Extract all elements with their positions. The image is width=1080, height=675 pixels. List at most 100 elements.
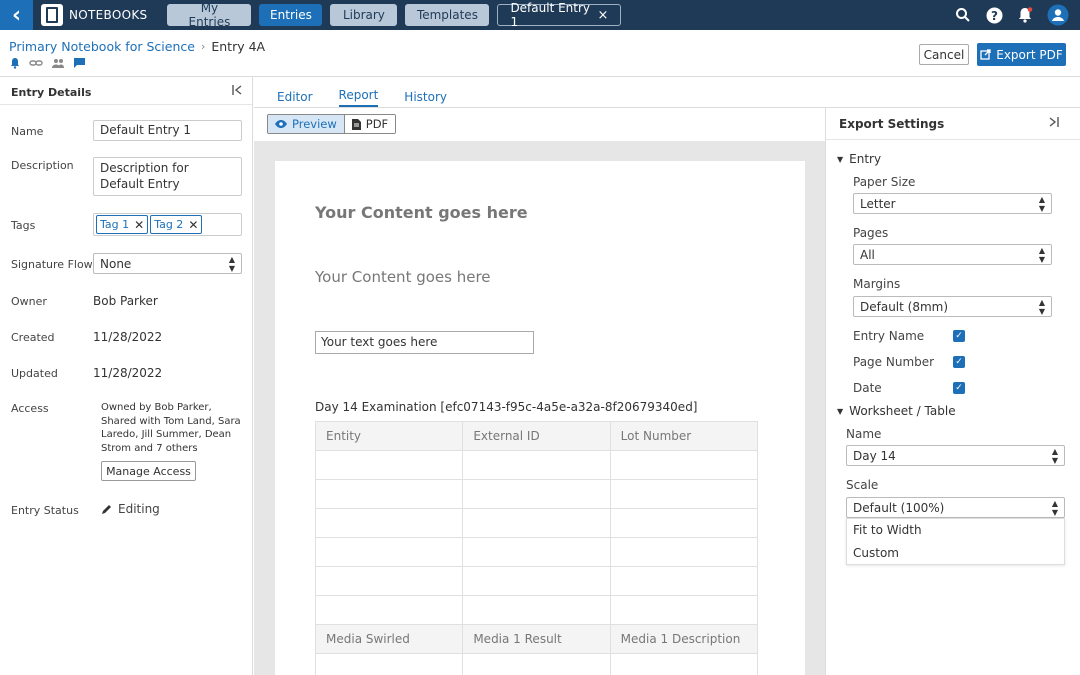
table-title: Day 14 Examination [efc07143-f95c-4a5e-a… — [315, 400, 698, 414]
entry-status-label: Entry Status — [11, 504, 79, 517]
worksheet-name-label: Name — [846, 427, 882, 441]
table-cell[interactable] — [462, 653, 611, 675]
tag-chip[interactable]: Tag 2 ✕ — [150, 215, 203, 234]
export-pdf-button[interactable]: Export PDF — [977, 43, 1066, 66]
column-header: External ID — [462, 421, 611, 451]
link-icon[interactable] — [29, 57, 43, 72]
table-cell[interactable] — [609, 450, 759, 480]
caret-down-icon: ▼ — [837, 154, 844, 164]
table-cell[interactable] — [314, 537, 464, 567]
table-cell[interactable] — [609, 653, 759, 675]
tab-editor[interactable]: Editor — [277, 90, 313, 107]
entry-section-toggle[interactable]: ▼ Entry — [837, 152, 881, 166]
help-icon[interactable]: ? — [983, 4, 1005, 26]
scale-option-custom[interactable]: Custom — [847, 542, 1064, 565]
entry-status: Editing — [101, 502, 160, 516]
scale-option-fit-to-width[interactable]: Fit to Width — [847, 519, 1064, 542]
breadcrumb: Primary Notebook for Science › Entry 4A — [9, 39, 265, 54]
tab-history[interactable]: History — [404, 90, 447, 107]
table-cell[interactable] — [314, 479, 464, 509]
page-number-checkbox[interactable]: ✓ — [953, 356, 965, 368]
pages-label: Pages — [853, 226, 889, 240]
cancel-button[interactable]: Cancel — [919, 44, 969, 65]
export-icon — [980, 49, 991, 60]
table-cell[interactable] — [609, 537, 759, 567]
entry-section-label: Entry — [849, 152, 882, 166]
scale-label: Scale — [846, 478, 879, 492]
select-caret-icon: ▲ ▼ — [1038, 245, 1045, 264]
people-icon[interactable] — [51, 57, 65, 72]
table-cell[interactable] — [609, 595, 759, 625]
table-cell[interactable] — [462, 479, 611, 509]
tags-label: Tags — [11, 219, 36, 232]
table-cell[interactable] — [314, 566, 464, 596]
table-cell[interactable] — [314, 508, 464, 538]
table-cell[interactable] — [462, 537, 611, 567]
entry-details-panel: Entry Details Name Default Entry 1 Descr… — [0, 77, 253, 675]
tag-chip-label: Tag 2 — [154, 218, 184, 231]
nav-templates[interactable]: Templates — [405, 4, 490, 26]
back-button[interactable]: ‹ — [0, 0, 33, 30]
owner-value: Bob Parker — [93, 294, 158, 308]
column-header: Media Swirled — [314, 624, 464, 654]
paper-size-select[interactable]: Letter ▲ ▼ — [853, 193, 1052, 214]
close-icon[interactable]: × — [598, 8, 609, 23]
created-label: Created — [11, 331, 55, 344]
nav-library[interactable]: Library — [330, 4, 398, 26]
table-cell[interactable] — [462, 508, 611, 538]
updated-value: 11/28/2022 — [93, 366, 163, 380]
notifications-bell-icon[interactable] — [1014, 4, 1036, 26]
tags-input[interactable]: Tag 1 ✕ Tag 2 ✕ — [93, 213, 242, 236]
table-cell[interactable] — [462, 566, 611, 596]
remove-tag-icon[interactable]: ✕ — [134, 218, 144, 232]
access-text: Owned by Bob Parker, Shared with Tom Lan… — [101, 402, 241, 454]
margins-select[interactable]: Default (8mm) ▲ ▼ — [853, 296, 1052, 317]
table-cell[interactable] — [314, 653, 464, 675]
name-label: Name — [11, 125, 44, 138]
manage-access-button[interactable]: Manage Access — [101, 461, 196, 481]
scale-select[interactable]: Default (100%) ▲ ▼ — [846, 497, 1065, 518]
collapse-left-icon[interactable] — [231, 84, 243, 100]
open-entry-tab[interactable]: Default Entry 1 × — [497, 1, 622, 29]
table-cell[interactable] — [462, 595, 611, 625]
signature-flow-select[interactable]: None ▲ ▼ — [93, 253, 242, 274]
table-cell[interactable] — [609, 479, 759, 509]
name-field[interactable]: Default Entry 1 — [93, 120, 242, 141]
description-label: Description — [11, 159, 74, 172]
report-page: Your Content goes here Your Content goes… — [275, 161, 805, 675]
chevron-right-icon: › — [200, 40, 206, 53]
comments-icon[interactable] — [73, 57, 86, 72]
text-field[interactable]: Your text goes here — [315, 331, 534, 354]
pdf-toggle-button[interactable]: PDF — [344, 115, 396, 133]
table-cell[interactable] — [314, 595, 464, 625]
entry-details-header: Entry Details — [0, 77, 252, 105]
preview-toggle-button[interactable]: Preview — [268, 115, 345, 133]
table-cell[interactable] — [462, 450, 611, 480]
nav-entries[interactable]: Entries — [259, 4, 323, 26]
entry-name-checkbox[interactable]: ✓ — [953, 330, 965, 342]
collapse-right-icon[interactable] — [1048, 116, 1060, 131]
user-avatar-icon[interactable] — [1047, 4, 1069, 26]
entry-actions — [9, 57, 86, 72]
remove-tag-icon[interactable]: ✕ — [188, 218, 198, 232]
chevron-left-icon: ‹ — [11, 2, 22, 28]
search-icon[interactable] — [952, 4, 974, 26]
bell-icon[interactable] — [9, 57, 21, 72]
date-checkbox[interactable]: ✓ — [953, 382, 965, 394]
worksheet-name-select[interactable]: Day 14 ▲ ▼ — [846, 445, 1065, 466]
description-field[interactable]: Description for Default Entry — [93, 157, 242, 196]
nav-my-entries[interactable]: My Entries — [167, 1, 252, 29]
tag-chip[interactable]: Tag 1 ✕ — [96, 215, 149, 234]
access-label: Access — [11, 402, 49, 415]
pages-select[interactable]: All ▲ ▼ — [853, 244, 1052, 265]
paper-size-value: Letter — [860, 196, 896, 211]
table-cell[interactable] — [609, 508, 759, 538]
table-cell[interactable] — [609, 566, 759, 596]
worksheet-name-value: Day 14 — [853, 448, 896, 463]
table-cell[interactable] — [314, 450, 464, 480]
tab-report[interactable]: Report — [338, 88, 379, 107]
breadcrumb-notebook-link[interactable]: Primary Notebook for Science — [9, 39, 195, 54]
select-caret-icon: ▲ ▼ — [1038, 297, 1045, 316]
worksheet-section-toggle[interactable]: ▼ Worksheet / Table — [837, 404, 956, 418]
table-row — [314, 479, 759, 509]
